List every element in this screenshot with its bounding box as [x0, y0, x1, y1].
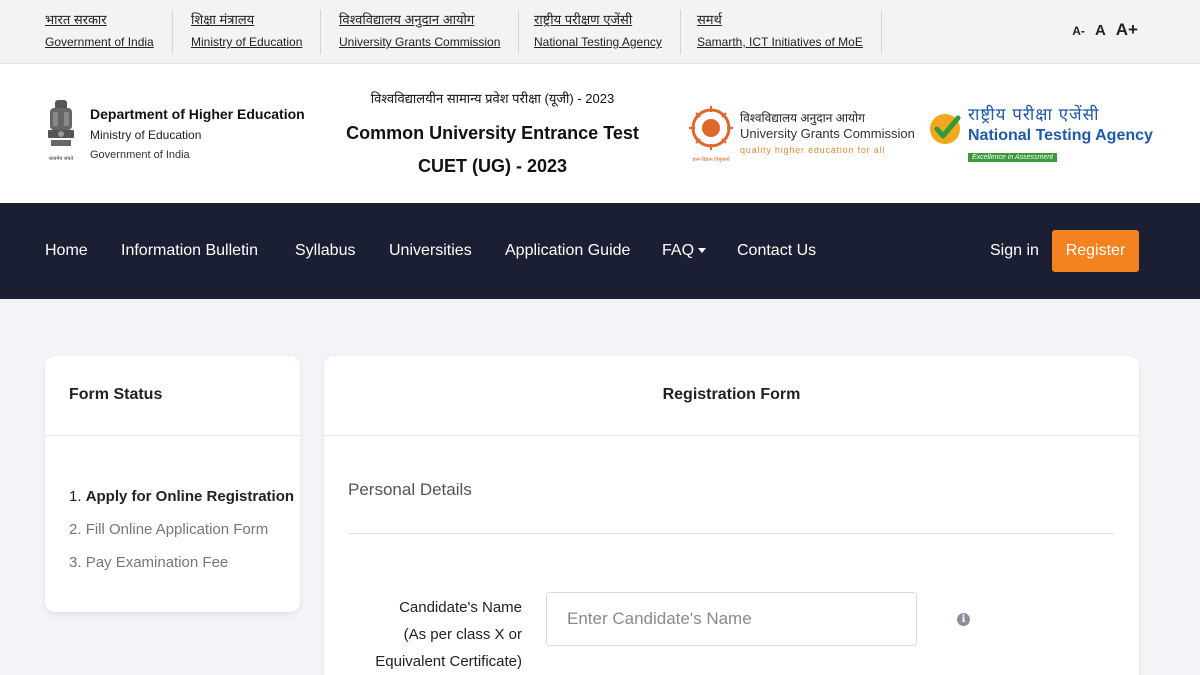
ugc-name-hindi: विश्वविद्यालय अनुदान आयोग: [740, 111, 865, 125]
exam-title: Common University Entrance Test: [346, 123, 639, 143]
gov-link-samarth[interactable]: समर्थ Samarth, ICT Initiatives of MoE: [677, 10, 882, 54]
nav-item-universities[interactable]: Universities: [389, 241, 472, 261]
site-header: सत्यमेव जयते Department of Higher Educat…: [0, 64, 1200, 203]
gov-link-english[interactable]: Ministry of Education: [191, 32, 302, 52]
step-item-apply: 1. Apply for Online Registration: [69, 480, 294, 513]
form-status-steps: 1. Apply for Online Registration 2. Fill…: [69, 480, 294, 579]
step-label: Fill Online Application Form: [85, 521, 269, 538]
nta-check-logo-icon[interactable]: [928, 110, 964, 148]
nav-item-contact-us[interactable]: Contact Us: [737, 241, 816, 261]
register-button[interactable]: Register: [1052, 230, 1139, 272]
step-number: 1.: [69, 488, 82, 505]
ugc-text-block: विश्वविद्यालय अनुदान आयोग University Gra…: [740, 110, 915, 158]
gov-link-ugc[interactable]: विश्वविद्यालय अनुदान आयोग University Gra…: [319, 10, 520, 54]
nta-badge: Excellence in Assessment: [968, 153, 1058, 162]
info-icon[interactable]: i: [957, 613, 970, 626]
gov-link-hindi[interactable]: विश्वविद्यालय अनुदान आयोग: [339, 10, 500, 30]
exam-title-hindi: विश्वविद्यालयीन सामान्य प्रवेश परीक्षा (…: [370, 91, 615, 106]
ministry-name: Ministry of Education: [90, 128, 202, 142]
main-nav: Home Information Bulletin Syllabus Unive…: [0, 203, 1200, 299]
candidate-name-input[interactable]: [546, 592, 917, 646]
sign-in-link[interactable]: Sign in: [990, 241, 1039, 261]
exam-subtitle: CUET (UG) - 2023: [417, 156, 568, 176]
step-label: Pay Examination Fee: [85, 554, 229, 571]
caret-down-icon: [698, 248, 707, 254]
candidate-name-label-line-1: Candidate's Name: [399, 599, 522, 616]
step-label: Apply for Online Registration: [85, 488, 295, 505]
registration-form-title: Registration Form: [662, 386, 801, 403]
gov-link-hindi[interactable]: राष्ट्रीय परीक्षण एजेंसी: [534, 10, 662, 30]
nav-item-application-guide[interactable]: Application Guide: [505, 241, 630, 261]
candidate-name-label-line-3: Equivalent Certificate): [375, 653, 522, 670]
step-number: 2.: [69, 521, 82, 538]
ugc-logo-caption: ज्ञान-विज्ञान विमुक्तये: [692, 156, 730, 163]
ugc-name: University Grants Commission: [740, 126, 915, 141]
exam-title-block: विश्वविद्यालयीन सामान्य प्रवेश परीक्षा (…: [330, 88, 655, 182]
gov-link-hindi[interactable]: शिक्षा मंत्रालय: [191, 10, 302, 30]
emblem-caption: सत्यमेव जयते: [49, 155, 74, 162]
nav-item-faq[interactable]: FAQ: [662, 241, 707, 261]
nav-item-faq-label: FAQ: [662, 242, 695, 259]
nav-item-information-bulletin[interactable]: Information Bulletin: [121, 241, 258, 261]
nta-text-block: राष्ट्रीय परीक्षा एजेंसी National Testin…: [968, 104, 1153, 164]
gov-link-nta[interactable]: राष्ट्रीय परीक्षण एजेंसी National Testin…: [514, 10, 681, 54]
form-status-title: Form Status: [69, 386, 163, 403]
gov-topbar: भारत सरकार Government of India शिक्षा मं…: [0, 0, 1200, 64]
gov-link-hindi[interactable]: भारत सरकार: [45, 10, 154, 30]
step-number: 3.: [69, 554, 82, 571]
step-item-pay-fee: 3. Pay Examination Fee: [69, 546, 294, 579]
ugc-logo-icon[interactable]: ज्ञान-विज्ञान विमुक्तये: [688, 104, 734, 164]
gov-link-english[interactable]: University Grants Commission: [339, 32, 500, 52]
font-decrease-button[interactable]: A-: [1072, 24, 1085, 38]
gov-link-ministry-of-education[interactable]: शिक्षा मंत्रालय Ministry of Education: [172, 10, 322, 54]
step-item-fill-form: 2. Fill Online Application Form: [69, 513, 294, 546]
gov-link-english[interactable]: Samarth, ICT Initiatives of MoE: [697, 32, 863, 52]
font-size-controls: A- A A+: [1072, 20, 1138, 40]
registration-divider: [324, 435, 1139, 436]
font-increase-button[interactable]: A+: [1116, 20, 1138, 40]
font-normal-button[interactable]: A: [1095, 22, 1106, 39]
gov-link-hindi[interactable]: समर्थ: [697, 10, 863, 30]
candidate-name-label: Candidate's Name (As per class X or Equi…: [354, 594, 522, 675]
department-block: Department of Higher Education Ministry …: [90, 104, 305, 164]
department-name: Department of Higher Education: [90, 106, 305, 122]
gov-link-english[interactable]: National Testing Agency: [534, 32, 662, 52]
national-emblem-icon: सत्यमेव जयते: [48, 100, 74, 162]
ugc-tagline: quality higher education for all: [740, 145, 886, 155]
registration-form-card: Registration Form Personal Details Candi…: [324, 356, 1139, 675]
form-status-card: Form Status 1. Apply for Online Registra…: [45, 356, 300, 612]
nav-item-syllabus[interactable]: Syllabus: [295, 241, 355, 261]
nav-item-home[interactable]: Home: [45, 241, 88, 261]
nta-name-hindi: राष्ट्रीय परीक्षा एजेंसी: [968, 105, 1100, 124]
form-status-divider: [45, 435, 300, 436]
section-divider: [348, 533, 1114, 534]
nta-name: National Testing Agency: [968, 127, 1153, 144]
government-name: Government of India: [90, 149, 190, 161]
candidate-name-label-line-2: (As per class X or: [403, 626, 522, 643]
gov-link-government-of-india[interactable]: भारत सरकार Government of India: [45, 10, 173, 54]
section-title-personal-details: Personal Details: [348, 480, 472, 499]
gov-link-english[interactable]: Government of India: [45, 32, 154, 52]
